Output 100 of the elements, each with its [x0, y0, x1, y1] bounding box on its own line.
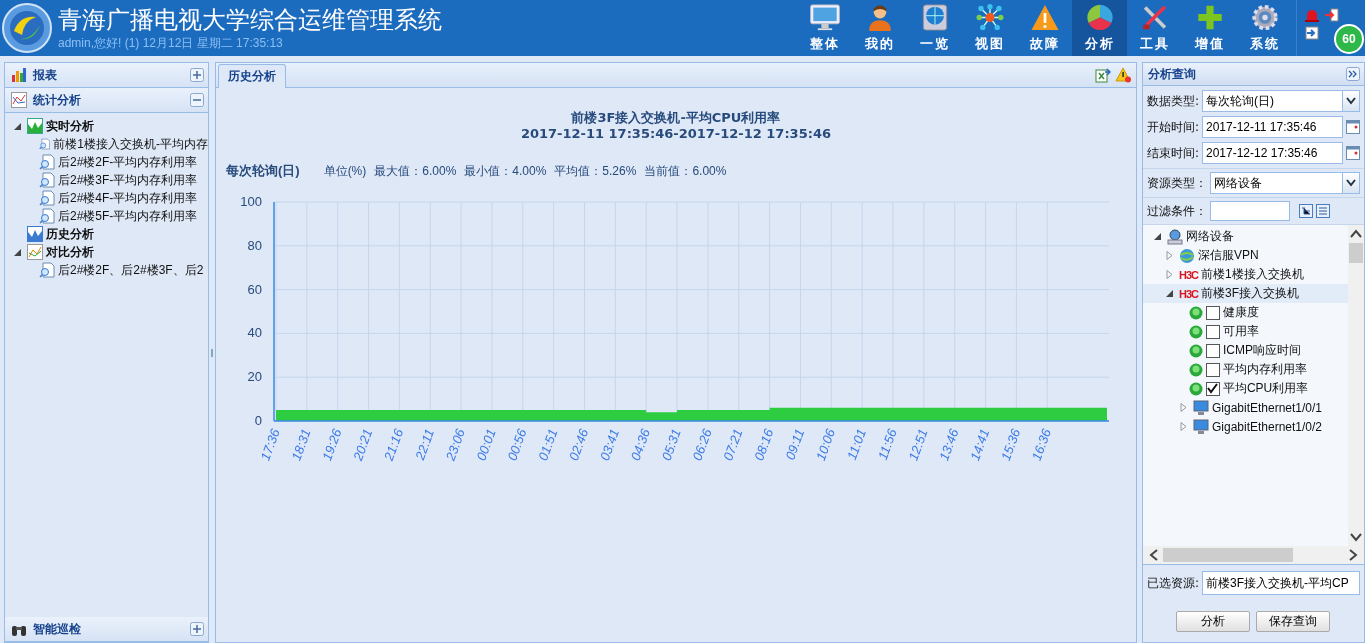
history-chart-icon	[27, 226, 43, 242]
accordion-header[interactable]: 智能巡检	[5, 617, 208, 642]
dropdown[interactable]: 网络设备	[1209, 172, 1343, 194]
panel-title: 分析查询	[1147, 65, 1196, 83]
tab[interactable]: 历史分析	[217, 64, 286, 88]
section-title: 报表	[33, 66, 58, 84]
tree-node[interactable]: 实时分析	[46, 117, 94, 135]
scroll-down-icon[interactable]	[1349, 532, 1363, 542]
tree-leaf[interactable]: 后2#楼2F-平均内存利用率	[58, 153, 198, 171]
checkbox[interactable]	[1205, 305, 1220, 320]
checkbox[interactable]	[1205, 381, 1220, 396]
tree-node[interactable]: 对比分析	[46, 243, 94, 261]
x-tick-label: 20:21	[350, 426, 376, 463]
x-tick-label: 22:11	[412, 426, 437, 462]
checkbox[interactable]	[1205, 343, 1220, 358]
collapse-panel-icon[interactable]	[1346, 67, 1360, 81]
tree-leaf[interactable]: 后2#楼3F-平均内存利用率	[58, 171, 198, 189]
dropdown[interactable]: 每次轮询(日)	[1202, 90, 1343, 112]
action-button[interactable]: 分析	[1176, 611, 1251, 632]
list-icon[interactable]	[1315, 204, 1330, 218]
nav-button[interactable]: 系统	[1237, 0, 1292, 56]
expand-icon[interactable]	[190, 68, 204, 82]
checkbox[interactable]	[1205, 362, 1220, 377]
scroll-left-icon[interactable]	[1148, 548, 1159, 562]
expanded-arrow-icon[interactable]	[1164, 289, 1174, 298]
vertical-scrollbar[interactable]	[1348, 225, 1364, 546]
nav-button[interactable]: 增值	[1182, 0, 1237, 56]
tree-node[interactable]: 健康度	[1222, 304, 1259, 321]
accordion-header[interactable]: 统计分析	[5, 88, 208, 113]
document-search-icon	[39, 154, 55, 170]
tree-node[interactable]: ICMP响应时间	[1222, 342, 1301, 359]
tree-node[interactable]: GigabitEthernet1/0/2	[1211, 419, 1323, 434]
nav-button[interactable]: 整体	[797, 0, 852, 56]
date-field[interactable]: 2017-12-12 17:35:46	[1202, 142, 1343, 164]
expand-icon[interactable]	[190, 622, 204, 636]
network-icon	[974, 4, 1005, 31]
expand-all-icon[interactable]	[1298, 204, 1313, 218]
tree-node[interactable]: 前楼1楼接入交换机	[1200, 266, 1304, 283]
nav-button[interactable]: 我的	[852, 0, 907, 56]
calendar-icon[interactable]	[1346, 146, 1360, 160]
login-icon[interactable]	[1305, 26, 1319, 40]
action-button[interactable]: 保存查询	[1256, 611, 1331, 632]
tree-node[interactable]: 网络设备	[1185, 228, 1234, 245]
y-tick-label: 60	[247, 281, 262, 297]
exit-icon[interactable]	[1325, 8, 1339, 22]
tree-node[interactable]: 可用率	[1222, 323, 1259, 340]
calendar-icon[interactable]	[1346, 120, 1360, 134]
selected-resource-field[interactable]: 前楼3F接入交换机-平均CP	[1202, 571, 1360, 595]
selected-row[interactable]: H3C 前楼3F接入交换机	[1142, 284, 1348, 303]
tree-node[interactable]: 平均内存利用率	[1222, 361, 1307, 378]
stat-text: 单位(%)	[323, 162, 367, 180]
status-ok-icon	[1188, 381, 1203, 396]
scrollbar-thumb[interactable]	[1349, 243, 1363, 263]
x-tick-label: 03:41	[596, 426, 623, 463]
expanded-arrow-icon[interactable]	[13, 247, 22, 257]
nav-button[interactable]: 故障	[1017, 0, 1072, 56]
export-icon[interactable]	[1094, 67, 1111, 83]
y-tick-label: 100	[240, 194, 262, 209]
tree-leaf[interactable]: 后2#楼4F-平均内存利用率	[58, 189, 198, 207]
chart-subtitle: 2017-12-11 17:35:46-2017-12-12 17:35:46	[519, 126, 832, 142]
document-search-icon	[39, 262, 55, 278]
x-tick-label: 11:01	[844, 426, 869, 462]
welcome-text: admin,您好! (1) 12月12日 星期二 17:35:13	[58, 34, 284, 52]
checkbox[interactable]	[1205, 324, 1220, 339]
date-field[interactable]: 2017-12-11 17:35:46	[1202, 116, 1343, 138]
university-logo	[2, 3, 52, 53]
collapse-icon[interactable]	[190, 93, 204, 107]
x-tick-label: 05:31	[658, 426, 684, 463]
expanded-arrow-icon[interactable]	[1152, 232, 1162, 241]
monitor-icon	[1192, 399, 1209, 416]
nav-button[interactable]: 视图	[962, 0, 1017, 56]
nav-button[interactable]: 工具	[1127, 0, 1182, 56]
tree-node[interactable]: 深信服VPN	[1197, 247, 1259, 264]
filter-field[interactable]	[1209, 201, 1290, 221]
area-chart-icon	[27, 118, 43, 134]
tree-node[interactable]: 历史分析	[46, 225, 94, 243]
tree-node[interactable]: 前楼3F接入交换机	[1200, 285, 1299, 302]
x-tick-label: 08:16	[751, 426, 777, 463]
tree-leaf[interactable]: 前楼1楼接入交换机-平均内存	[53, 135, 208, 153]
status-ok-icon	[1188, 324, 1203, 339]
expanded-arrow-icon[interactable]	[13, 121, 22, 131]
x-tick-label: 00:56	[504, 426, 530, 463]
scrollbar-thumb[interactable]	[1162, 548, 1293, 562]
x-tick-label: 04:36	[627, 426, 653, 463]
tree-node[interactable]: 平均CPU利用率	[1222, 380, 1309, 397]
y-tick-label: 0	[254, 413, 262, 428]
nav-button[interactable]: 一览	[907, 0, 962, 56]
tree-leaf[interactable]: 后2#楼5F-平均内存利用率	[58, 207, 198, 225]
splitter-handle[interactable]	[210, 348, 213, 357]
horizontal-scrollbar[interactable]	[1142, 546, 1364, 565]
scroll-right-icon[interactable]	[1348, 548, 1358, 562]
nav-button[interactable]: 分析	[1072, 0, 1127, 56]
x-tick-label: 07:21	[720, 426, 746, 463]
x-tick-label: 10:06	[812, 426, 839, 463]
accordion-header[interactable]: 报表	[5, 63, 208, 88]
scroll-up-icon[interactable]	[1349, 229, 1363, 239]
x-tick-label: 16:36	[1028, 426, 1054, 463]
tree-node[interactable]: GigabitEthernet1/0/1	[1211, 400, 1323, 415]
tree-leaf[interactable]: 后2#楼2F、后2#楼3F、后2	[58, 261, 204, 279]
warning-icon[interactable]	[1114, 67, 1132, 83]
